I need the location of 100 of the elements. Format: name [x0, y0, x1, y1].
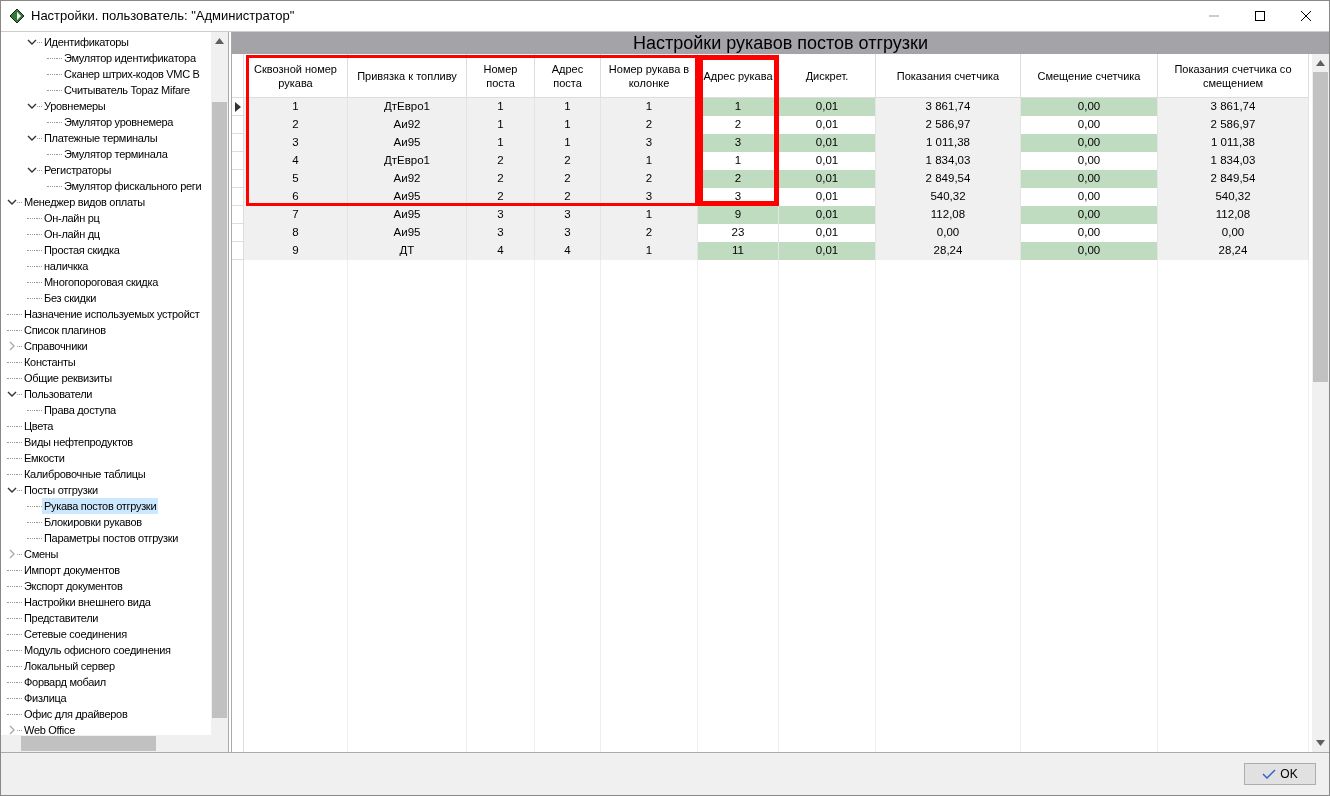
tree-item[interactable]: Общие реквизиты	[22, 370, 114, 386]
column-header[interactable]: Номер рукава в колонке	[601, 54, 698, 97]
chevron-down-icon[interactable]	[27, 37, 37, 47]
tree-item[interactable]: Посты отгрузки	[22, 482, 100, 498]
table-cell: 1	[467, 98, 535, 116]
scroll-up-icon[interactable]	[1316, 60, 1325, 66]
table-cell: Аи95	[348, 134, 467, 152]
tree-item[interactable]: Без скидки	[42, 290, 99, 306]
chevron-down-icon[interactable]	[27, 165, 37, 175]
column-header[interactable]: Дискрет.	[779, 54, 876, 97]
table-cell: 2	[535, 170, 601, 188]
tree-item[interactable]: Web Office	[22, 722, 77, 735]
tree-item[interactable]: Цвета	[22, 418, 56, 434]
tree-item[interactable]: Пользователи	[22, 386, 95, 402]
tree-item[interactable]: Экспорт документов	[22, 578, 125, 594]
horizontal-scrollbar[interactable]	[1, 735, 228, 752]
table-cell: Аи95	[348, 224, 467, 242]
table-cell: 0,01	[779, 242, 876, 260]
tree-item[interactable]: Многопороговая скидка	[42, 274, 161, 290]
column-header[interactable]: Адрес поста	[535, 54, 601, 97]
tree-item[interactable]: Представители	[22, 610, 101, 626]
tree-item[interactable]: Эмулятор идентификатора	[62, 50, 198, 66]
scroll-up-icon[interactable]	[215, 38, 224, 44]
table-cell: 1 011,38	[876, 134, 1021, 152]
tree-item[interactable]: Эмулятор фискального реги	[62, 178, 204, 194]
tree-item[interactable]: Сетевые соединения	[22, 626, 129, 642]
ok-button[interactable]: OK	[1244, 763, 1316, 785]
tree-item[interactable]: Регистраторы	[42, 162, 114, 178]
column-header[interactable]: Номер поста	[467, 54, 535, 97]
table-cell: 1 011,38	[1158, 134, 1309, 152]
column-header[interactable]: Адрес рукава	[698, 54, 779, 97]
tree-item[interactable]: Смены	[22, 546, 61, 562]
tree-item[interactable]: Он-лайн дц	[42, 226, 102, 242]
tree-item[interactable]: Менеджер видов оплаты	[22, 194, 147, 210]
scroll-down-icon[interactable]	[1316, 740, 1325, 746]
table-cell: 2 849,54	[1158, 170, 1309, 188]
chevron-down-icon[interactable]	[27, 133, 37, 143]
tree-item[interactable]: Уровнемеры	[42, 98, 108, 114]
table-cell: 1	[601, 206, 698, 224]
tree-item[interactable]: Локальный сервер	[22, 658, 117, 674]
table-cell: 1	[601, 152, 698, 170]
tree-item[interactable]: Платежные терминалы	[42, 130, 160, 146]
vertical-scrollbar[interactable]	[211, 32, 228, 735]
table-cell: 2 586,97	[876, 116, 1021, 134]
tree-item[interactable]: Права доступа	[42, 402, 118, 418]
table-cell: 2	[601, 116, 698, 134]
tree-item[interactable]: Эмулятор уровнемера	[62, 114, 176, 130]
tree-item[interactable]: Параметры постов отгрузки	[42, 530, 181, 546]
table-cell: 2	[535, 152, 601, 170]
tree-item[interactable]: Калибровочные таблицы	[22, 466, 148, 482]
table-cell: 1	[601, 98, 698, 116]
table-cell: 0,01	[779, 134, 876, 152]
table-cell: 3	[467, 206, 535, 224]
chevron-down-icon[interactable]	[7, 389, 17, 399]
tree-item[interactable]: Справочники	[22, 338, 90, 354]
vertical-scrollbar[interactable]	[1312, 54, 1329, 752]
table-cell: 9	[244, 242, 348, 260]
table-cell: ДТ	[348, 242, 467, 260]
tree-item[interactable]: Модуль офисного соединения	[22, 642, 173, 658]
tree-item[interactable]: Настройки внешнего вида	[22, 594, 153, 610]
tree-item[interactable]: Список плагинов	[22, 322, 108, 338]
table-cell: 3	[535, 206, 601, 224]
tree-item[interactable]: Идентификаторы	[42, 34, 131, 50]
column-header[interactable]: Показания счетчика со смещением	[1158, 54, 1309, 97]
table-cell: 1	[467, 134, 535, 152]
tree-item[interactable]: Рукава постов отгрузки	[42, 498, 159, 514]
close-icon	[1301, 11, 1311, 21]
tree-item[interactable]: Виды нефтепродуктов	[22, 434, 135, 450]
tree-item[interactable]: Считыватель Topaz Mifare	[62, 82, 192, 98]
tree-item[interactable]: Назначение используемых устройст	[22, 306, 202, 322]
tree-item[interactable]: Сканер штрих-кодов VMC B	[62, 66, 202, 82]
table-cell: 2	[244, 116, 348, 134]
table-cell: 4	[535, 242, 601, 260]
tree-item[interactable]: Форвард мобаил	[22, 674, 108, 690]
table-cell: 2	[601, 170, 698, 188]
chevron-down-icon[interactable]	[7, 197, 17, 207]
table-cell: 0,01	[779, 98, 876, 116]
column-header[interactable]: Показания счетчика	[876, 54, 1021, 97]
tree-item[interactable]: Физлица	[22, 690, 69, 706]
current-row-icon	[235, 101, 241, 112]
column-header[interactable]: Сквозной номер рукава	[244, 54, 348, 97]
tree-item[interactable]: Емкости	[22, 450, 67, 466]
tree-item[interactable]: Офис для драйверов	[22, 706, 130, 722]
tree-item[interactable]: Блокировки рукавов	[42, 514, 144, 530]
app-diamond-icon	[9, 8, 25, 24]
tree-item[interactable]: Он-лайн рц	[42, 210, 102, 226]
panel-title: Настройки рукавов постов отгрузки	[632, 32, 929, 54]
tree-item[interactable]: Константы	[22, 354, 78, 370]
tree-item[interactable]: Эмулятор терминала	[62, 146, 170, 162]
column-header[interactable]: Привязка к топливу	[348, 54, 467, 97]
chevron-down-icon[interactable]	[7, 485, 17, 495]
table-cell: 28,24	[1158, 242, 1309, 260]
tree-item[interactable]: Импорт документов	[22, 562, 122, 578]
table-cell: 3	[244, 134, 348, 152]
tree-item[interactable]: Простая скидка	[42, 242, 122, 258]
tree-item[interactable]: наличкка	[42, 258, 91, 274]
column-header[interactable]: Смещение счетчика	[1021, 54, 1158, 97]
chevron-down-icon[interactable]	[27, 101, 37, 111]
table-cell: 0,01	[779, 170, 876, 188]
table-cell: 9	[698, 206, 779, 224]
